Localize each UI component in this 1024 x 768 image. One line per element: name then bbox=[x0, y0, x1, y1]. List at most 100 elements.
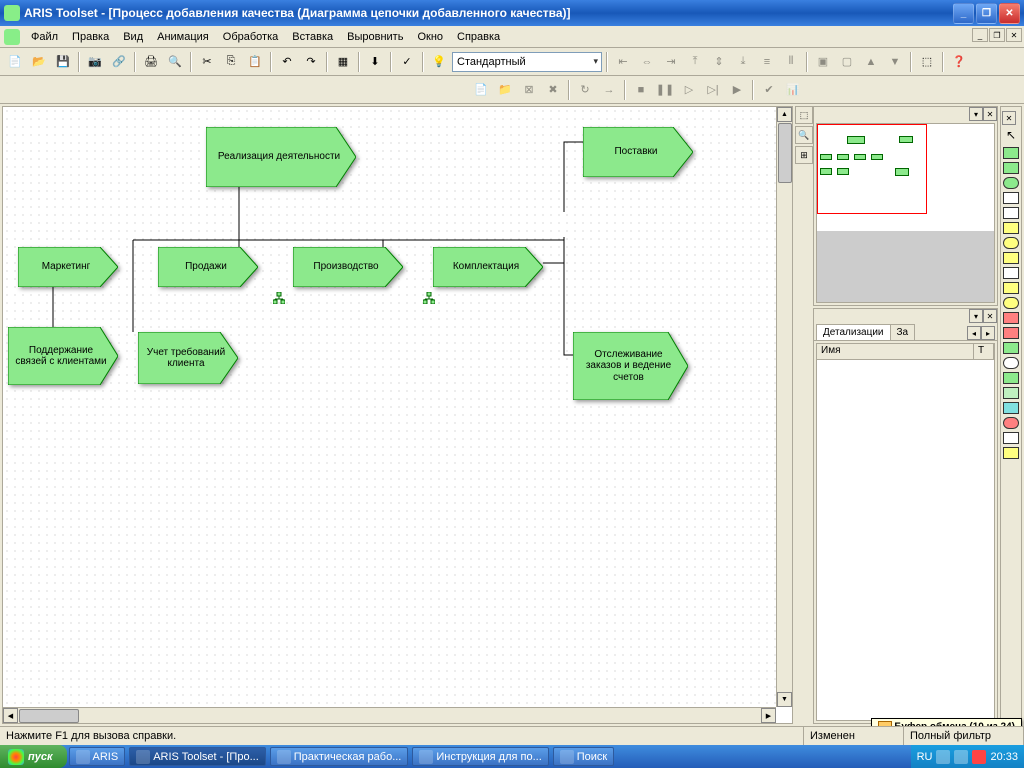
mdi-restore[interactable]: ❐ bbox=[989, 28, 1005, 42]
task-item[interactable]: Практическая рабо... bbox=[270, 747, 409, 766]
palette-shape[interactable] bbox=[1003, 342, 1019, 354]
anim-pause-icon[interactable]: ❚❚ bbox=[654, 79, 676, 101]
diagram-canvas[interactable]: Реализация деятельности Поставки Маркети… bbox=[3, 107, 776, 707]
palette-shape[interactable] bbox=[1003, 207, 1019, 219]
detail-list[interactable]: Имя Т bbox=[816, 343, 995, 721]
menu-edit[interactable]: Правка bbox=[65, 29, 116, 45]
shape-supply[interactable]: Поставки bbox=[583, 127, 693, 177]
task-item[interactable]: Поиск bbox=[553, 747, 614, 766]
shape-order-tracking[interactable]: Отслеживание заказов и ведение счетов bbox=[573, 332, 688, 400]
align-bottom-icon[interactable]: ⤓ bbox=[732, 51, 754, 73]
menu-insert[interactable]: Вставка bbox=[285, 29, 340, 45]
palette-shape[interactable] bbox=[1003, 162, 1019, 174]
scroll-right-icon[interactable]: ▶ bbox=[761, 708, 776, 723]
undo-icon[interactable]: ↶ bbox=[276, 51, 298, 73]
copy-icon[interactable]: ⎘ bbox=[220, 51, 242, 73]
close-button[interactable]: ✕ bbox=[999, 3, 1020, 24]
anim-ff-icon[interactable]: ▶ bbox=[726, 79, 748, 101]
dist-v-icon[interactable]: ⦀ bbox=[780, 51, 802, 73]
mini-expand-icon[interactable]: ⊞ bbox=[795, 146, 813, 164]
mdi-minimize[interactable]: _ bbox=[972, 28, 988, 42]
palette-shape[interactable] bbox=[1003, 327, 1019, 339]
menu-view[interactable]: Вид bbox=[116, 29, 150, 45]
task-item[interactable]: ARIS bbox=[69, 747, 126, 766]
menu-align[interactable]: Выровнить bbox=[340, 29, 410, 45]
anim-once-icon[interactable]: → bbox=[598, 79, 620, 101]
front-icon[interactable]: ▲ bbox=[860, 51, 882, 73]
tab-detail[interactable]: Детализации bbox=[816, 324, 891, 340]
anim-check-icon[interactable]: ✔ bbox=[758, 79, 780, 101]
col-type[interactable]: Т bbox=[974, 344, 994, 359]
shape-requirements[interactable]: Учет требований клиента bbox=[138, 332, 238, 384]
open-icon[interactable]: 📂 bbox=[28, 51, 50, 73]
palette-shape[interactable] bbox=[1003, 312, 1019, 324]
shape-production[interactable]: Производство bbox=[293, 247, 403, 287]
group-icon[interactable]: ▣ bbox=[812, 51, 834, 73]
avira-icon[interactable] bbox=[972, 750, 986, 764]
anim-chart-icon[interactable]: 📊 bbox=[782, 79, 804, 101]
align-left-icon[interactable]: ⇤ bbox=[612, 51, 634, 73]
task-item[interactable]: Инструкция для по... bbox=[412, 747, 548, 766]
layout-icon[interactable]: ⬚ bbox=[916, 51, 938, 73]
tab-scroll-right-icon[interactable]: ▸ bbox=[981, 326, 995, 340]
system-tray[interactable]: RU 20:33 bbox=[911, 745, 1024, 768]
mini-hierarchy-icon[interactable]: ⬚ bbox=[795, 106, 813, 124]
palette-shape[interactable] bbox=[1003, 147, 1019, 159]
preview-icon[interactable]: 🔍 bbox=[164, 51, 186, 73]
palette-shape[interactable] bbox=[1003, 357, 1019, 369]
cursor-tool-icon[interactable]: ↖ bbox=[1003, 128, 1019, 144]
shape-realization[interactable]: Реализация деятельности bbox=[206, 127, 356, 187]
panel-close-icon[interactable]: ✕ bbox=[983, 107, 997, 121]
anim-x-icon[interactable]: ✖ bbox=[542, 79, 564, 101]
bulb-icon[interactable]: 💡 bbox=[428, 51, 450, 73]
panel-pin-icon[interactable]: ▾ bbox=[969, 107, 983, 121]
hierarchy-icon[interactable]: ⬇ bbox=[364, 51, 386, 73]
overview-canvas[interactable] bbox=[816, 123, 995, 303]
dist-h-icon[interactable]: ≡ bbox=[756, 51, 778, 73]
anim-folder-icon[interactable]: 📁 bbox=[494, 79, 516, 101]
link-icon[interactable]: 🔗 bbox=[108, 51, 130, 73]
shape-picking[interactable]: Комплектация bbox=[433, 247, 543, 287]
anim-play-icon[interactable]: ▷ bbox=[678, 79, 700, 101]
palette-shape[interactable] bbox=[1003, 192, 1019, 204]
start-button[interactable]: пуск bbox=[0, 745, 67, 768]
anim-loop-icon[interactable]: ↻ bbox=[574, 79, 596, 101]
align-top-icon[interactable]: ⤒ bbox=[684, 51, 706, 73]
scroll-down-icon[interactable]: ▼ bbox=[777, 692, 792, 707]
mini-zoom-icon[interactable]: 🔍 bbox=[795, 126, 813, 144]
task-item[interactable]: ARIS Toolset - [Про... bbox=[129, 747, 266, 766]
menu-process[interactable]: Обработка bbox=[216, 29, 285, 45]
clock[interactable]: 20:33 bbox=[990, 751, 1018, 763]
horizontal-scrollbar[interactable]: ◀ ▶ bbox=[3, 707, 776, 723]
palette-shape[interactable] bbox=[1003, 432, 1019, 444]
palette-shape[interactable] bbox=[1003, 387, 1019, 399]
tray-icon[interactable] bbox=[936, 750, 950, 764]
palette-shape[interactable] bbox=[1003, 297, 1019, 309]
palette-shape[interactable] bbox=[1003, 222, 1019, 234]
align-middle-icon[interactable]: ⇕ bbox=[708, 51, 730, 73]
ungroup-icon[interactable]: ▢ bbox=[836, 51, 858, 73]
palette-shape[interactable] bbox=[1003, 267, 1019, 279]
check-icon[interactable]: ✓ bbox=[396, 51, 418, 73]
shape-client-relations[interactable]: Поддержание связей с клиентами bbox=[8, 327, 118, 385]
scroll-up-icon[interactable]: ▲ bbox=[777, 107, 792, 122]
lang-indicator[interactable]: RU bbox=[917, 751, 933, 763]
scroll-left-icon[interactable]: ◀ bbox=[3, 708, 18, 723]
menu-help[interactable]: Справка bbox=[450, 29, 507, 45]
panel-close-icon[interactable]: ✕ bbox=[983, 309, 997, 323]
palette-shape[interactable] bbox=[1003, 372, 1019, 384]
scroll-thumb-h[interactable] bbox=[19, 709, 79, 723]
menu-window[interactable]: Окно bbox=[410, 29, 450, 45]
shape-sales[interactable]: Продажи bbox=[158, 247, 258, 287]
style-combo[interactable]: Стандартный bbox=[452, 52, 602, 72]
menu-file[interactable]: Файл bbox=[24, 29, 65, 45]
palette-shape[interactable] bbox=[1003, 282, 1019, 294]
vertical-scrollbar[interactable]: ▲ ▼ bbox=[776, 107, 792, 707]
save-icon[interactable]: 💾 bbox=[52, 51, 74, 73]
palette-close-icon[interactable]: ✕ bbox=[1002, 111, 1016, 125]
cut-icon[interactable]: ✂ bbox=[196, 51, 218, 73]
palette-shape[interactable] bbox=[1003, 252, 1019, 264]
help-icon[interactable]: ❓ bbox=[948, 51, 970, 73]
palette-shape[interactable] bbox=[1003, 417, 1019, 429]
scroll-thumb-v[interactable] bbox=[778, 123, 792, 183]
